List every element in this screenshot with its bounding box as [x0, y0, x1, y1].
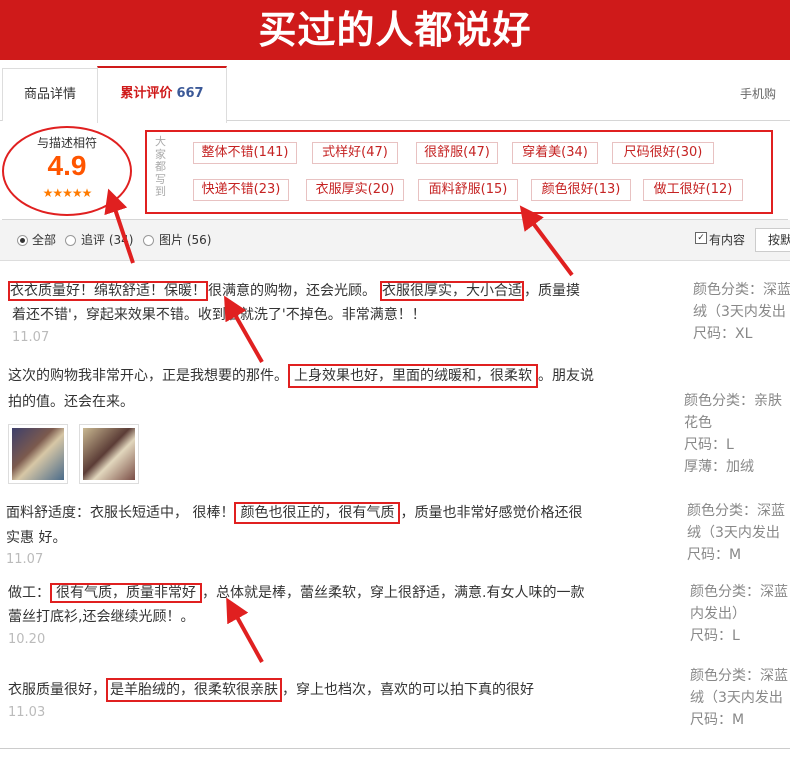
annotation-arrows — [104, 188, 574, 663]
arrow-icon — [519, 205, 574, 277]
arrow-icon — [224, 295, 264, 363]
arrow-icon — [104, 188, 135, 264]
arrow-icon — [226, 597, 264, 663]
